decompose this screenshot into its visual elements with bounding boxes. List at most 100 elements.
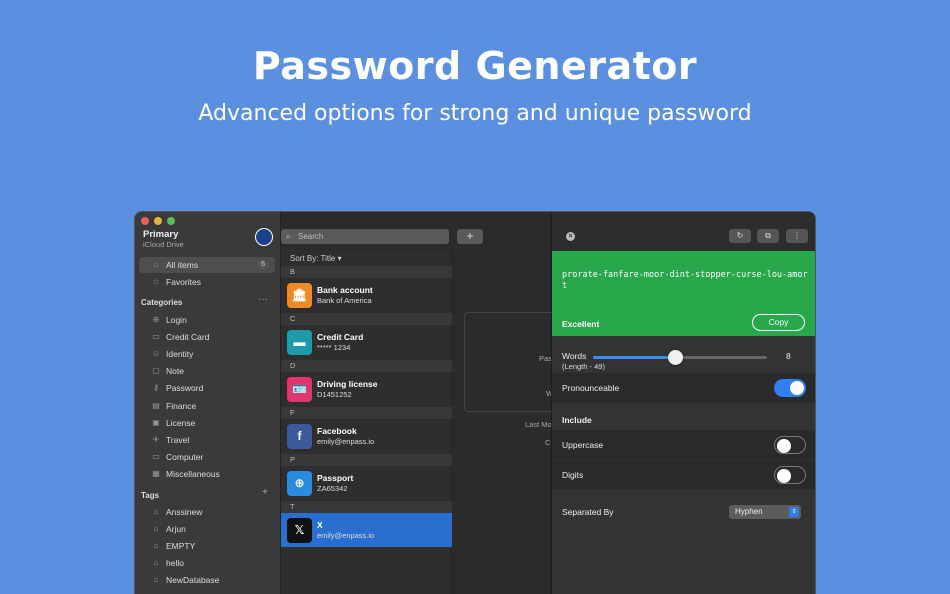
copy-icon-button[interactable]: ⧉ <box>757 229 779 243</box>
uppercase-label: Uppercase <box>562 440 604 450</box>
list-item[interactable]: 🏛 Bank account Bank of America <box>281 278 452 312</box>
sidebar-item-label: Credit Card <box>166 332 210 343</box>
add-item-button[interactable]: + <box>457 229 483 244</box>
app-window: Primary iCloud Drive ⌂ All items 6 ☆ Fav… <box>134 211 816 594</box>
sidebar-item-password[interactable]: ⚷ Password <box>139 380 275 396</box>
toggle-knob <box>777 439 791 453</box>
sidebar-item-note[interactable]: ▢ Note <box>139 363 275 379</box>
sidebar-tag-arjun[interactable]: ⌂ Arjun <box>139 521 275 537</box>
item-subtitle: emily@enpass.io <box>317 531 375 540</box>
pronounceable-row: Pronounceable <box>552 373 815 403</box>
vault-location: iCloud Drive <box>143 240 184 249</box>
tag-icon: ⌂ <box>153 507 159 516</box>
uppercase-toggle[interactable] <box>774 436 806 454</box>
sidebar: Primary iCloud Drive ⌂ All items 6 ☆ Fav… <box>135 212 281 594</box>
close-icon[interactable]: × <box>566 232 575 241</box>
sort-value: Title <box>320 254 336 263</box>
identity-icon: ☺ <box>151 349 161 359</box>
words-slider-thumb[interactable] <box>667 350 683 365</box>
copy-icon: ⧉ <box>765 231 771 240</box>
sidebar-item-login[interactable]: ⊕ Login <box>139 312 275 328</box>
password-generator-panel: × ↻ ⧉ ⋮ prorate-fanfare-moor-dint-stoppe… <box>551 212 815 594</box>
sidebar-item-finance[interactable]: ▤ Finance <box>139 398 275 414</box>
card-icon: ▭ <box>152 332 160 342</box>
sidebar-tag-anssinew[interactable]: ⌂ Anssinew <box>139 504 275 520</box>
sidebar-tag-empty[interactable]: ⌂ EMPTY <box>139 538 275 554</box>
sidebar-item-computer[interactable]: ▭ Computer <box>139 449 275 465</box>
add-tag-button[interactable]: + <box>262 487 268 498</box>
tag-icon: ⌂ <box>153 524 159 534</box>
sidebar-tag-newdatabase[interactable]: ⌂ NewDatabase <box>139 572 275 588</box>
sidebar-item-label: Favorites <box>166 277 201 287</box>
search-input[interactable]: ⌕ Search <box>281 229 449 244</box>
categories-more-button[interactable]: ··· <box>258 294 268 305</box>
tag-label: NewDatabase <box>166 575 220 586</box>
item-subtitle: ***** 1234 <box>317 343 351 352</box>
sidebar-item-label: All items <box>166 260 199 270</box>
tag-label: Arjun <box>166 524 186 535</box>
window-controls <box>141 217 175 225</box>
finance-icon: ▤ <box>152 400 160 410</box>
refresh-icon: ↻ <box>736 231 744 240</box>
sidebar-tag-hello[interactable]: ⌂ hello <box>139 555 275 571</box>
zoom-window-button[interactable] <box>167 217 175 225</box>
close-window-button[interactable] <box>141 217 149 225</box>
item-subtitle: D1451252 <box>317 390 352 399</box>
sidebar-item-license[interactable]: ▣ License <box>139 415 275 431</box>
sidebar-item-label: Identity <box>166 349 194 360</box>
more-vertical-icon: ⋮ <box>793 231 801 240</box>
sidebar-item-credit-card[interactable]: ▭ Credit Card <box>139 329 275 345</box>
list-item[interactable]: ▬ Credit Card ***** 1234 <box>281 325 452 359</box>
sort-control[interactable]: Sort By: Title ▾ <box>290 254 342 263</box>
generated-password[interactable]: prorate-fanfare-moor-dint-stopper-curse-… <box>562 270 810 292</box>
regenerate-button[interactable]: ↻ <box>729 229 751 243</box>
item-title: Credit Card <box>317 332 364 342</box>
item-subtitle: Bank of America <box>317 296 372 305</box>
tag-icon: ⌂ <box>153 558 159 568</box>
sidebar-item-all-items[interactable]: ⌂ All items 6 <box>139 257 275 273</box>
list-item[interactable]: 🪪 Driving license D1451252 <box>281 372 452 406</box>
enpass-shield-icon[interactable] <box>255 228 273 246</box>
words-slider-fill <box>593 356 675 359</box>
separated-by-label: Separated By <box>562 507 614 517</box>
hero-title: Password Generator <box>252 44 698 88</box>
sidebar-item-label: License <box>166 417 196 428</box>
more-button[interactable]: ⋮ <box>786 229 808 243</box>
copy-button[interactable]: Copy <box>752 314 805 331</box>
license-icon: ▣ <box>152 417 160 427</box>
digits-toggle[interactable] <box>774 466 806 484</box>
item-title: Passport <box>317 473 354 483</box>
list-item[interactable]: ⊕ Passport ZA65342 <box>281 466 452 500</box>
sidebar-item-miscellaneous[interactable]: ▦ Miscellaneous <box>139 466 275 482</box>
plane-icon: ✈ <box>152 434 160 444</box>
updown-chevron-icon: ⇕ <box>789 507 799 517</box>
note-icon: ▢ <box>152 366 160 376</box>
pronounceable-toggle[interactable] <box>774 379 806 397</box>
sidebar-item-favorites[interactable]: ☆ Favorites <box>139 274 275 290</box>
list-item[interactable]: f Facebook emily@enpass.io <box>281 419 452 453</box>
digits-label: Digits <box>562 470 584 480</box>
minimize-window-button[interactable] <box>154 217 162 225</box>
search-placeholder: Search <box>298 232 324 241</box>
vault-name[interactable]: Primary <box>143 229 178 240</box>
sidebar-item-label: Note <box>166 366 184 377</box>
sidebar-item-identity[interactable]: ☺ Identity <box>139 346 275 362</box>
home-icon: ⌂ <box>153 260 159 269</box>
strength-label: Excellent <box>562 319 600 329</box>
generator-toolbar: × ↻ ⧉ ⋮ <box>552 212 815 251</box>
sidebar-item-travel[interactable]: ✈ Travel <box>139 432 275 448</box>
sidebar-item-label: Finance <box>166 400 197 411</box>
sidebar-item-label: Computer <box>166 451 204 462</box>
separator-select[interactable]: Hyphen ⇕ <box>729 505 801 519</box>
item-title: Bank account <box>317 285 373 295</box>
globe-icon: ⊕ <box>287 471 312 496</box>
item-list: Sort By: Title ▾ B 🏛 Bank account Bank of A… <box>281 250 452 594</box>
item-subtitle: ZA65342 <box>317 484 348 493</box>
misc-icon: ▦ <box>152 468 160 478</box>
generated-password-box: prorate-fanfare-moor-dint-stopper-curse-… <box>552 251 815 336</box>
list-item[interactable]: 𝕏 Xemily@enpass.io <box>281 513 452 547</box>
words-slider[interactable] <box>593 350 767 365</box>
computer-icon: ▭ <box>152 451 160 461</box>
hero-subtitle: Advanced options for strong and unique p… <box>198 101 752 126</box>
section-header: F <box>281 407 452 419</box>
